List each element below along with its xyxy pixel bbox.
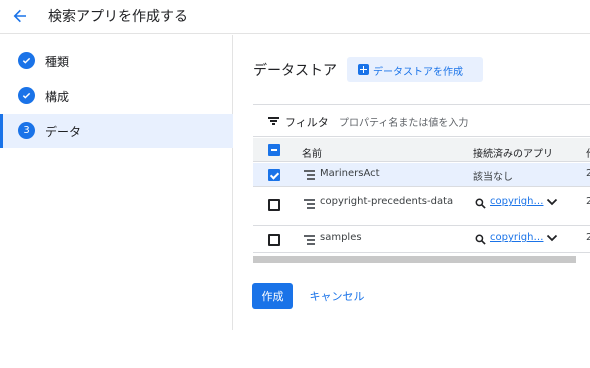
row-checkbox[interactable] bbox=[268, 199, 280, 211]
datastore-icon bbox=[304, 235, 315, 245]
truncated-cell: 2 bbox=[586, 196, 590, 207]
truncated-cell: 2 bbox=[586, 232, 590, 243]
chevron-down-icon[interactable] bbox=[545, 231, 559, 245]
table-row[interactable]: copyright-precedents-data copyrigh… 2 bbox=[253, 188, 590, 226]
filter-input[interactable]: プロパティ名または値を入力 bbox=[339, 114, 468, 129]
app-header: 検索アプリを作成する bbox=[0, 0, 590, 34]
datastore-name: copyright-precedents-data bbox=[320, 196, 454, 207]
row-checkbox[interactable] bbox=[268, 234, 280, 246]
truncated-cell: 2 bbox=[586, 168, 590, 179]
stepper-sidebar: 種類 構成 3 データ bbox=[0, 35, 233, 330]
page-title: 検索アプリを作成する bbox=[48, 9, 188, 25]
select-all-checkbox[interactable] bbox=[268, 144, 280, 156]
back-button[interactable] bbox=[10, 6, 30, 26]
add-box-icon bbox=[358, 64, 369, 75]
step-label: 構成 bbox=[45, 90, 70, 104]
table-row[interactable]: samples copyrigh… 2 bbox=[253, 227, 590, 253]
chevron-down-icon[interactable] bbox=[545, 195, 559, 209]
row-checkbox[interactable] bbox=[268, 169, 280, 181]
cancel-button[interactable]: キャンセル bbox=[306, 283, 368, 309]
table-row[interactable]: MarinersAct 該当なし 2 bbox=[253, 163, 590, 187]
connected-app-link[interactable]: copyrigh… bbox=[490, 196, 543, 207]
check-circle-icon bbox=[18, 52, 35, 69]
table-header: 名前 接続済みのアプリ 作 bbox=[253, 138, 590, 162]
step-data[interactable]: 3 データ bbox=[0, 114, 233, 148]
create-datastore-label: データストアを作成 bbox=[373, 67, 463, 78]
datastore-name: MarinersAct bbox=[320, 168, 380, 179]
horizontal-scrollbar[interactable] bbox=[253, 256, 576, 263]
datastore-name: samples bbox=[320, 232, 362, 243]
search-icon bbox=[475, 234, 486, 245]
create-button[interactable]: 作成 bbox=[252, 283, 293, 309]
datastore-table: フィルタ プロパティ名または値を入力 名前 接続済みのアプリ 作 Mariner… bbox=[253, 104, 590, 264]
section-title: データストア bbox=[253, 63, 337, 79]
connected-app-text: 該当なし bbox=[473, 172, 513, 183]
column-header-truncated: 作 bbox=[586, 145, 590, 160]
datastore-icon bbox=[304, 199, 315, 209]
step-label: データ bbox=[45, 125, 82, 139]
step-type[interactable]: 種類 bbox=[0, 44, 233, 78]
column-header-name[interactable]: 名前 bbox=[302, 145, 322, 160]
arrow-back-icon bbox=[13, 9, 26, 23]
column-header-connected-app[interactable]: 接続済みのアプリ bbox=[473, 145, 553, 160]
step-config[interactable]: 構成 bbox=[0, 79, 233, 113]
step-label: 種類 bbox=[45, 55, 70, 69]
search-icon bbox=[475, 198, 486, 209]
filter-label: フィルタ bbox=[285, 116, 329, 129]
filter-bar[interactable]: フィルタ プロパティ名または値を入力 bbox=[253, 105, 590, 137]
connected-app-link[interactable]: copyrigh… bbox=[490, 232, 543, 243]
datastore-icon bbox=[304, 170, 315, 180]
check-circle-icon bbox=[18, 87, 35, 104]
filter-icon bbox=[268, 117, 279, 125]
step-number-badge: 3 bbox=[18, 122, 35, 139]
create-datastore-button[interactable]: データストアを作成 bbox=[347, 57, 483, 82]
